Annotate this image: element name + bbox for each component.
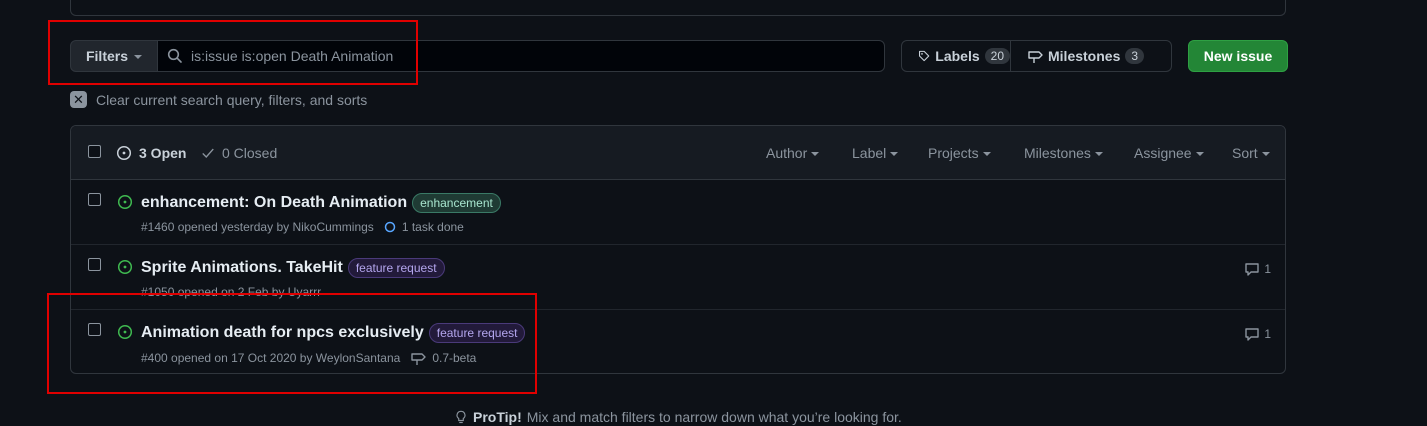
issue-opened-icon (117, 259, 133, 275)
chevron-down-icon (890, 152, 899, 156)
issues-list-header: 3 Open 0 Closed Author Label Projects Mi… (71, 126, 1285, 180)
issue-checkbox[interactable] (88, 258, 101, 271)
labels-milestones-group: Labels 20 Milestones 3 (901, 40, 1172, 72)
issue-checkbox[interactable] (88, 193, 101, 206)
previous-panel-edge (70, 0, 1286, 16)
sort-dropdown[interactable]: Sort (1232, 145, 1270, 161)
milestone-icon (411, 353, 427, 365)
milestone-icon (1028, 51, 1043, 63)
tag-icon (918, 50, 930, 62)
chevron-down-icon (1094, 152, 1103, 156)
issue-meta: #1050 opened on 2 Feb by Uyarrr (141, 285, 321, 299)
open-issues-tab[interactable]: 3 Open (116, 145, 186, 161)
issue-row[interactable]: Animation death for npcs exclusively fea… (71, 310, 1285, 373)
issue-search-input[interactable]: is:issue is:open Death Animation (157, 40, 885, 72)
issue-title-link[interactable]: enhancement: On Death Animation (141, 194, 407, 212)
labels-button-label: Labels (935, 48, 980, 64)
task-progress-text: 1 task done (401, 220, 464, 234)
protip: ProTip! Mix and match filters to narrow … (454, 409, 902, 425)
comments-link[interactable]: 1 (1244, 326, 1271, 342)
comment-icon (1245, 263, 1260, 276)
milestones-button[interactable]: Milestones 3 (1011, 41, 1160, 71)
labels-count-badge: 20 (984, 48, 1010, 64)
chevron-down-icon (1195, 152, 1204, 156)
clear-filters-text: Clear current search query, filters, and… (96, 91, 368, 108)
issue-title-line: enhancement: On Death Animation enhancem… (141, 193, 501, 213)
issue-row[interactable]: enhancement: On Death Animation enhancem… (71, 180, 1285, 245)
check-icon (202, 148, 214, 158)
issue-label[interactable]: feature request (428, 323, 526, 343)
issues-list: 3 Open 0 Closed Author Label Projects Mi… (70, 125, 1286, 374)
comments-count: 1 (1264, 262, 1271, 276)
milestones-filter-label: Milestones (1024, 145, 1091, 161)
chevron-down-icon (134, 55, 142, 59)
milestones-count-badge: 3 (1125, 48, 1145, 64)
protip-label: ProTip! (473, 409, 522, 425)
task-progress-icon (384, 221, 396, 233)
issue-meta-text: #1460 opened yesterday by NikoCummings (141, 220, 374, 234)
issue-label[interactable]: enhancement (412, 193, 501, 213)
comment-icon (1245, 328, 1260, 341)
closed-issues-label: 0 Closed (222, 145, 278, 161)
filters-dropdown-button[interactable]: Filters (70, 40, 158, 72)
milestones-filter-dropdown[interactable]: Milestones (1024, 145, 1103, 161)
closed-issues-tab[interactable]: 0 Closed (201, 145, 277, 161)
comments-link[interactable]: 1 (1244, 261, 1271, 277)
issue-title-link[interactable]: Animation death for npcs exclusively (141, 324, 424, 342)
close-icon: ✕ (70, 91, 87, 108)
label-filter-label: Label (852, 145, 887, 161)
chevron-down-icon (982, 152, 991, 156)
author-filter-dropdown[interactable]: Author (766, 145, 820, 161)
milestones-button-label: Milestones (1048, 48, 1121, 64)
chevron-down-icon (811, 152, 820, 156)
lightbulb-icon (456, 410, 466, 424)
assignee-filter-label: Assignee (1134, 145, 1192, 161)
issue-title-line: Sprite Animations. TakeHit feature reque… (141, 258, 445, 278)
issue-checkbox[interactable] (88, 323, 101, 336)
select-all-checkbox[interactable] (88, 145, 101, 158)
issue-meta: #1460 opened yesterday by NikoCummings 1… (141, 220, 464, 234)
issue-meta-text: #1050 opened on 2 Feb by Uyarrr (141, 285, 322, 299)
filter-bar: Filters is:issue is:open Death Animation… (70, 40, 1288, 72)
assignee-filter-dropdown[interactable]: Assignee (1134, 145, 1204, 161)
labels-button[interactable]: Labels 20 (902, 41, 1011, 71)
search-icon (167, 48, 182, 63)
issue-opened-icon (117, 324, 133, 340)
milestone-link[interactable]: 0.7-beta (432, 351, 476, 365)
projects-filter-label: Projects (928, 145, 979, 161)
issue-meta-text: #400 opened on 17 Oct 2020 by WeylonSant… (141, 351, 401, 365)
issue-label[interactable]: feature request (347, 258, 445, 278)
sort-label: Sort (1232, 145, 1258, 161)
issue-meta: #400 opened on 17 Oct 2020 by WeylonSant… (141, 350, 476, 366)
issue-opened-icon (117, 194, 133, 210)
protip-text: Mix and match filters to narrow down wha… (526, 409, 902, 425)
issue-opened-icon (116, 145, 132, 161)
chevron-down-icon (1261, 152, 1270, 156)
filters-button-label: Filters (85, 48, 128, 64)
search-input-value: is:issue is:open Death Animation (191, 48, 394, 64)
issue-title-line: Animation death for npcs exclusively fea… (141, 323, 526, 343)
projects-filter-dropdown[interactable]: Projects (928, 145, 991, 161)
comments-count: 1 (1264, 327, 1271, 341)
author-filter-label: Author (766, 145, 808, 161)
issue-row[interactable]: Sprite Animations. TakeHit feature reque… (71, 245, 1285, 310)
open-issues-label: 3 Open (139, 145, 187, 161)
label-filter-dropdown[interactable]: Label (852, 145, 899, 161)
clear-filters-link[interactable]: ✕ Clear current search query, filters, a… (70, 91, 367, 108)
new-issue-button[interactable]: New issue (1188, 40, 1288, 72)
issue-title-link[interactable]: Sprite Animations. TakeHit (141, 259, 343, 277)
